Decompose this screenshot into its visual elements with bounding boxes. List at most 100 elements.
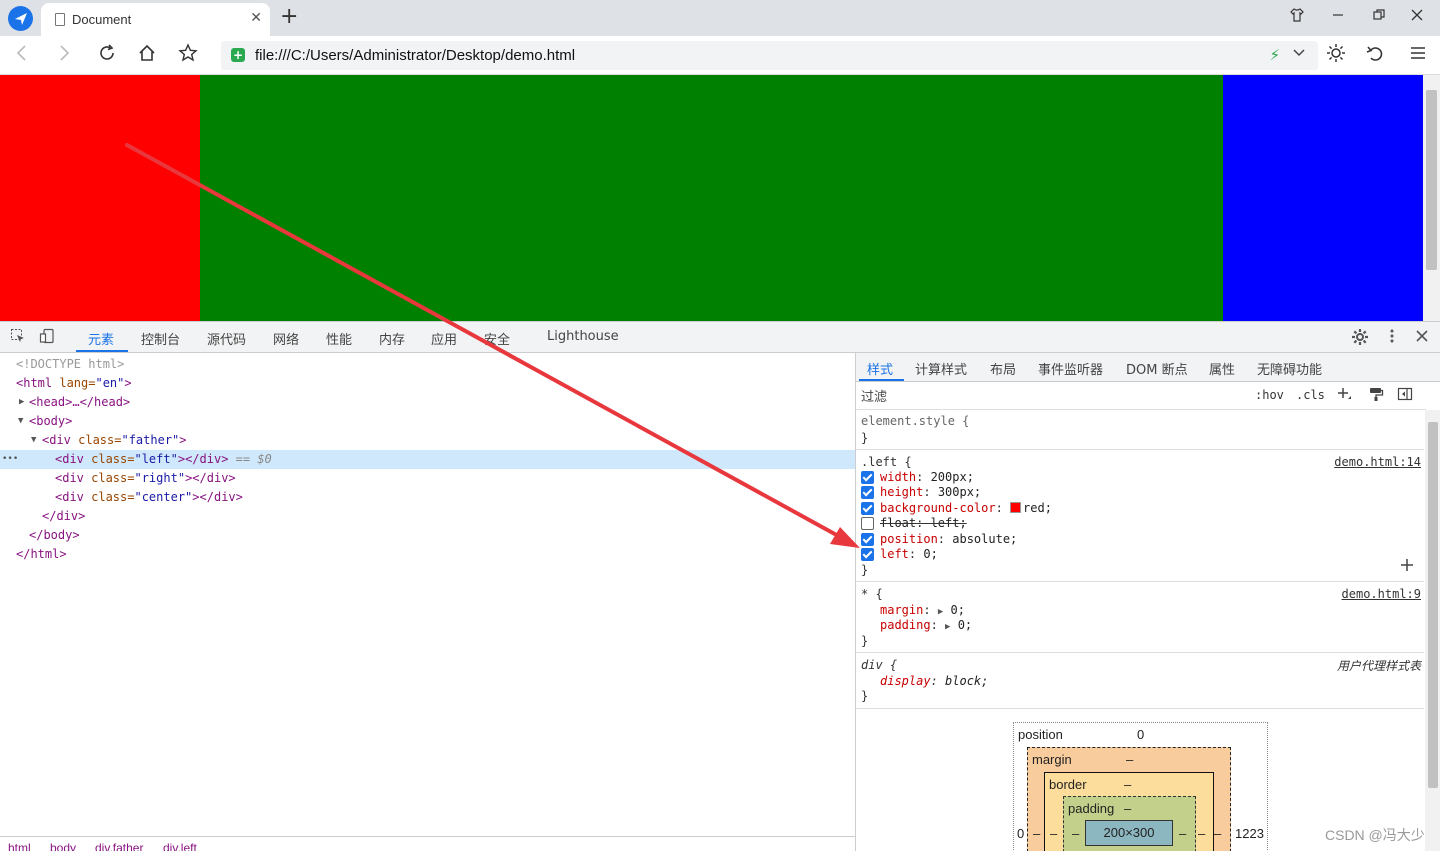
hov-button[interactable]: :hov <box>1255 388 1284 402</box>
back-icon[interactable] <box>10 43 34 67</box>
property-checkbox[interactable] <box>861 548 874 561</box>
box-model-padding-left[interactable]: – <box>1072 826 1079 841</box>
reload-icon[interactable] <box>95 43 119 67</box>
breadcrumb-html[interactable]: html <box>8 841 31 851</box>
dom-div-center[interactable]: <div class="center"></div> <box>0 488 855 507</box>
source-link[interactable]: demo.html:9 <box>1342 586 1421 602</box>
tab-memory[interactable]: 内存 <box>379 329 405 348</box>
cls-button[interactable]: .cls <box>1296 388 1325 402</box>
new-style-rule-icon[interactable] <box>1336 386 1352 406</box>
tab-accessibility[interactable]: 无障碍功能 <box>1257 359 1322 378</box>
dom-body[interactable]: ▼ <body> <box>0 412 855 431</box>
dom-div-right[interactable]: <div class="right"></div> <box>0 469 855 488</box>
user-agent-div-rule[interactable]: div { 用户代理样式表 display: block; } <box>856 653 1424 709</box>
brightness-icon[interactable] <box>1324 43 1348 67</box>
dom-div-father[interactable]: ▼ <div class="father"> <box>0 431 855 450</box>
inspect-element-icon[interactable] <box>8 328 28 348</box>
property-background-color[interactable]: background-color: red; <box>880 500 1052 516</box>
dom-html-close[interactable]: </html> <box>0 545 855 564</box>
property-checkbox[interactable] <box>861 533 874 546</box>
url-text[interactable]: file:///C:/Users/Administrator/Desktop/d… <box>255 47 575 64</box>
dom-div-left-selected[interactable]: ••• <div class="left"></div> == $0 <box>0 450 855 469</box>
browser-tab[interactable]: Document ✕ <box>41 3 270 36</box>
tab-console[interactable]: 控制台 <box>141 329 180 348</box>
tab-computed[interactable]: 计算样式 <box>915 359 967 378</box>
breadcrumb-body[interactable]: body <box>50 841 76 851</box>
box-model-padding-right[interactable]: – <box>1179 826 1186 841</box>
source-link[interactable]: demo.html:14 <box>1334 454 1421 470</box>
tab-styles[interactable]: 样式 <box>867 359 893 378</box>
bookmark-star-icon[interactable] <box>176 43 200 67</box>
element-style-rule[interactable]: element.style { } <box>856 410 1424 450</box>
collapse-triangle-icon[interactable]: ▼ <box>18 412 23 431</box>
dom-html[interactable]: <html lang="en"> <box>0 374 855 393</box>
add-property-icon[interactable] <box>1400 558 1414 575</box>
new-tab-button[interactable]: + <box>280 5 298 29</box>
address-bar[interactable]: + file:///C:/Users/Administrator/Desktop… <box>221 41 1318 70</box>
box-model-padding-top[interactable]: – <box>1124 801 1131 816</box>
property-checkbox[interactable] <box>861 486 874 499</box>
chevron-down-icon[interactable] <box>1292 45 1306 63</box>
device-toolbar-icon[interactable] <box>37 328 57 348</box>
tab-sources[interactable]: 源代码 <box>207 329 246 348</box>
property-margin[interactable]: margin: ▶ 0; <box>880 602 965 618</box>
box-model-position-right[interactable]: 1223 <box>1235 826 1264 841</box>
box-model-border-top[interactable]: – <box>1124 777 1131 792</box>
more-dots-icon[interactable]: ••• <box>2 450 18 469</box>
close-devtools-icon[interactable] <box>1412 328 1432 348</box>
tab-event-listeners[interactable]: 事件监听器 <box>1038 359 1103 378</box>
box-model-content[interactable]: 200×300 <box>1085 820 1173 846</box>
styles-scrollbar-thumb[interactable] <box>1428 422 1438 788</box>
property-padding[interactable]: padding: ▶ 0; <box>880 617 972 633</box>
tab-properties[interactable]: 属性 <box>1209 359 1235 378</box>
settings-gear-icon[interactable] <box>1350 328 1370 348</box>
expand-triangle-icon[interactable]: ▶ <box>945 622 950 632</box>
lightning-icon[interactable]: ⚡ <box>1269 46 1280 64</box>
tab-lighthouse[interactable]: Lighthouse <box>547 329 619 344</box>
tab-elements[interactable]: 元素 <box>88 329 114 348</box>
universal-rule[interactable]: * { demo.html:9 margin: ▶ 0; padding: ▶ … <box>856 582 1424 653</box>
property-float-disabled[interactable]: float: left; <box>880 515 967 531</box>
tab-layout[interactable]: 布局 <box>990 359 1016 378</box>
color-swatch[interactable] <box>1010 502 1022 513</box>
box-model-border-left[interactable]: – <box>1050 826 1057 841</box>
expand-triangle-icon[interactable]: ▶ <box>19 393 24 412</box>
dom-doctype[interactable]: <!DOCTYPE html> <box>0 355 855 374</box>
property-left[interactable]: left: 0; <box>880 546 938 562</box>
home-icon[interactable] <box>135 43 159 67</box>
property-position[interactable]: position: absolute; <box>880 531 1017 547</box>
minimize-icon[interactable] <box>1326 7 1350 27</box>
toggle-sidebar-icon[interactable] <box>1397 386 1413 406</box>
expand-triangle-icon[interactable]: ▶ <box>938 607 943 617</box>
property-checkbox[interactable] <box>861 502 874 515</box>
browser-logo-icon[interactable] <box>8 6 33 31</box>
property-height[interactable]: height: 300px; <box>880 484 981 500</box>
filter-input[interactable] <box>861 385 1243 407</box>
viewport-scrollbar[interactable] <box>1423 75 1440 321</box>
breadcrumb-div-left[interactable]: div.left <box>163 841 197 851</box>
close-window-icon[interactable] <box>1405 7 1429 27</box>
more-options-icon[interactable] <box>1382 328 1402 348</box>
paint-roller-icon[interactable] <box>1368 386 1384 406</box>
collapse-triangle-icon[interactable]: ▼ <box>31 431 36 450</box>
left-rule[interactable]: .left { demo.html:14 width: 200px; heigh… <box>856 450 1424 582</box>
breadcrumb-div-father[interactable]: div.father <box>95 841 143 851</box>
box-model-margin-top[interactable]: – <box>1126 752 1133 767</box>
tab-security[interactable]: 安全 <box>484 329 510 348</box>
dom-div-close[interactable]: </div> <box>0 507 855 526</box>
box-model-position-left[interactable]: 0 <box>1017 826 1024 841</box>
tab-network[interactable]: 网络 <box>273 329 299 348</box>
undo-icon[interactable] <box>1363 43 1387 67</box>
dom-head[interactable]: ▶ <head>…</head> <box>0 393 855 412</box>
forward-icon[interactable] <box>52 43 76 67</box>
property-width[interactable]: width: 200px; <box>880 469 974 485</box>
styles-scrollbar[interactable] <box>1425 410 1440 851</box>
tab-performance[interactable]: 性能 <box>326 329 352 348</box>
viewport-scrollbar-thumb[interactable] <box>1426 90 1437 270</box>
dom-body-close[interactable]: </body> <box>0 526 855 545</box>
shirt-icon[interactable] <box>1285 7 1309 28</box>
property-checkbox[interactable] <box>861 471 874 484</box>
tab-close-icon[interactable]: ✕ <box>250 10 262 26</box>
property-checkbox[interactable] <box>861 517 874 530</box>
tab-dom-breakpoints[interactable]: DOM 断点 <box>1126 359 1188 378</box>
